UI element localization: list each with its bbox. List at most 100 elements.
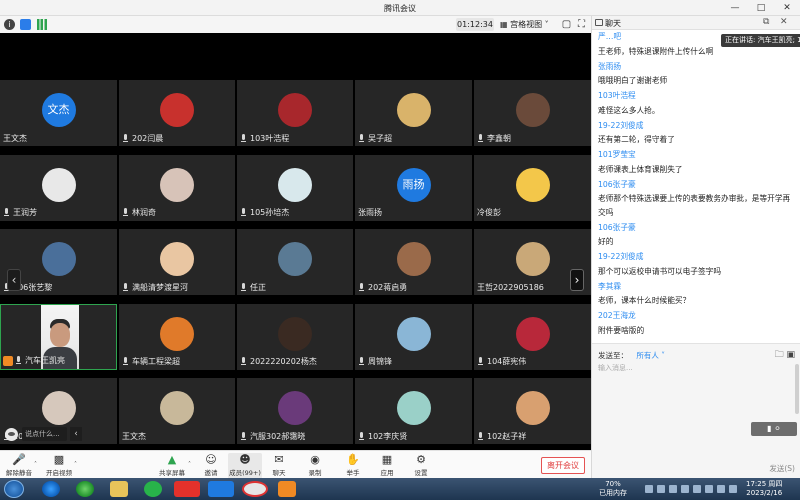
invite-button[interactable]: ☺ 邀请 bbox=[199, 453, 223, 479]
participant-tile[interactable]: 102李庆贤 bbox=[355, 378, 472, 444]
members-button[interactable]: ☻ 成员(99+) bbox=[228, 453, 262, 479]
chat-close-icon[interactable]: ✕ bbox=[780, 17, 788, 27]
collapse-chevron-icon[interactable]: ‹ bbox=[70, 427, 82, 441]
send-button[interactable]: 发送(S) bbox=[769, 463, 795, 474]
avatar bbox=[396, 242, 431, 276]
participant-name-tag: 104薛宪伟 bbox=[477, 357, 526, 367]
fullscreen-icon[interactable]: ⛶ bbox=[576, 19, 587, 30]
participant-tile[interactable]: 雨扬 张雨扬 bbox=[355, 154, 472, 221]
chat-title: 聊天 bbox=[605, 19, 621, 28]
participant-tile[interactable]: 202闫晨 bbox=[119, 80, 235, 146]
participant-name: 周锦锋 bbox=[368, 357, 392, 366]
layout-icon[interactable]: ▢ bbox=[561, 19, 572, 30]
mute-options-chevron-icon[interactable]: ˄ bbox=[34, 461, 37, 468]
video-options-chevron-icon[interactable]: ˄ bbox=[74, 461, 77, 468]
tray-icon-3[interactable] bbox=[669, 485, 677, 493]
participant-name-tag: 王润芳 bbox=[3, 208, 37, 218]
participant-tile[interactable]: 202蒋启勇 bbox=[355, 229, 472, 295]
floating-chat-input[interactable]: 说点什么... ‹ bbox=[5, 426, 85, 442]
info-icon[interactable]: i bbox=[4, 19, 15, 30]
participant-name-tag: 102赵子祥 bbox=[477, 431, 526, 441]
window-controls: — □ ✕ bbox=[722, 0, 800, 16]
chat-sender: 李其霖 bbox=[598, 281, 622, 291]
wps-icon[interactable] bbox=[174, 481, 200, 497]
tray-icon-8[interactable] bbox=[729, 485, 737, 493]
participant-tile[interactable]: 2022220202杨杰 bbox=[237, 303, 353, 370]
media-player-icon[interactable] bbox=[278, 481, 296, 497]
participant-tile[interactable]: 汽车王凯亮 bbox=[0, 303, 117, 370]
next-page-button[interactable]: › bbox=[570, 269, 584, 291]
send-to-select[interactable]: 所有人 ˅ bbox=[636, 351, 665, 360]
participant-tile[interactable]: 任正 bbox=[237, 229, 353, 295]
participant-name-tag: 王文杰 bbox=[3, 133, 27, 143]
record-button[interactable]: ◉ 录制 bbox=[304, 453, 326, 479]
participant-tile[interactable]: 王润芳 bbox=[0, 154, 117, 221]
participant-tile[interactable]: 102赵子祥 bbox=[474, 378, 591, 444]
minimize-icon[interactable]: — bbox=[722, 0, 748, 16]
participant-name-tag: 103叶浩程 bbox=[240, 133, 289, 143]
clock[interactable]: 17:25 周四 2023/2/16 bbox=[746, 480, 782, 498]
mini-toolbar[interactable]: ▮ ⚪ bbox=[751, 422, 797, 436]
chat-message: 老师课表上体育课削失了 bbox=[598, 164, 683, 174]
share-screen-button[interactable]: ▲ 共享屏幕 bbox=[156, 453, 188, 479]
floating-chat-placeholder[interactable]: 说点什么... bbox=[22, 427, 67, 441]
participant-tile[interactable]: 文杰 王文杰 bbox=[0, 80, 117, 146]
memory-indicator: 70% 已用内存 bbox=[599, 480, 627, 498]
leave-meeting-button[interactable]: 离开会议 bbox=[541, 457, 585, 474]
participant-tile[interactable]: 林润奇 bbox=[119, 154, 235, 221]
settings-button[interactable]: ⚙ 设置 bbox=[410, 453, 432, 479]
participant-tile[interactable]: 105孙培杰 bbox=[237, 154, 353, 221]
wechat-icon[interactable] bbox=[144, 481, 162, 497]
participant-tile[interactable]: 汽服302郝霭晓 bbox=[237, 378, 353, 444]
maximize-icon[interactable]: □ bbox=[748, 0, 774, 16]
tencent-meeting-icon[interactable] bbox=[208, 481, 234, 497]
participant-tile[interactable]: 吴子超 bbox=[355, 80, 472, 146]
ie-icon[interactable] bbox=[42, 481, 60, 497]
participant-tile[interactable]: 满船清梦渡星河 bbox=[119, 229, 235, 295]
participant-name: 李鑫朝 bbox=[487, 133, 511, 143]
participant-name: 王文杰 bbox=[122, 431, 146, 441]
participant-name: 202蒋启勇 bbox=[368, 282, 408, 292]
folder-icon[interactable]: 🗀 bbox=[775, 350, 784, 360]
avatar bbox=[396, 93, 431, 127]
chat-panel: 聊天 ⧉ ✕ 严…吧 王老师，特殊退课附件上传什么啊 张雨扬 哦哦明白了谢谢老师 103… bbox=[591, 16, 800, 478]
chevron-down-icon: ˅ bbox=[544, 20, 549, 29]
popout-icon[interactable]: ⧉ bbox=[763, 17, 769, 27]
chat-sender: 106张子豪 bbox=[598, 222, 636, 232]
participant-tile[interactable]: 104薛宪伟 bbox=[474, 303, 591, 370]
view-mode-button[interactable]: ▦ 宫格视图 ˅ bbox=[500, 18, 549, 31]
tray-icon-5[interactable] bbox=[693, 485, 701, 493]
tray-icon-7[interactable] bbox=[717, 485, 725, 493]
mute-button[interactable]: 🎤 解除静音 bbox=[2, 453, 36, 479]
tray-icon-2[interactable] bbox=[657, 485, 665, 493]
participant-tile[interactable]: 周锦锋 bbox=[355, 303, 472, 370]
participant-name-tag: 汽服302郝霭晓 bbox=[240, 431, 305, 441]
chat-button[interactable]: ✉ 聊天 bbox=[268, 453, 290, 479]
participant-name-tag: 王哲2022905186 bbox=[477, 282, 544, 292]
shield-icon[interactable] bbox=[20, 19, 31, 30]
participant-tile[interactable]: 车辆工程梁超 bbox=[119, 303, 235, 370]
close-icon[interactable]: ✕ bbox=[774, 0, 800, 16]
participant-tile[interactable]: 王文杰 bbox=[119, 378, 235, 444]
composer-scrollbar[interactable] bbox=[795, 364, 799, 414]
participant-tile[interactable]: 103叶浩程 bbox=[237, 80, 353, 146]
browser-icon[interactable] bbox=[76, 481, 94, 497]
tray-icon-6[interactable] bbox=[705, 485, 713, 493]
image-icon[interactable]: ▣ bbox=[786, 350, 795, 360]
participant-tile[interactable]: 李鑫朝 bbox=[474, 80, 591, 146]
tray-icon-1[interactable] bbox=[645, 485, 653, 493]
participant-tile[interactable]: 冷俊彭 bbox=[474, 154, 591, 221]
chat-message-input[interactable]: 输入消息... bbox=[598, 363, 633, 373]
app-icon[interactable] bbox=[242, 481, 268, 497]
mic-icon bbox=[240, 133, 247, 143]
share-options-chevron-icon[interactable]: ˄ bbox=[188, 461, 191, 468]
clock-date: 2023/2/16 bbox=[746, 489, 783, 497]
raise-hand-button[interactable]: ✋ 举手 bbox=[342, 453, 364, 479]
tray-icon-4[interactable] bbox=[681, 485, 689, 493]
folder-icon[interactable] bbox=[110, 481, 128, 497]
start-button[interactable] bbox=[4, 480, 24, 498]
apps-button[interactable]: ▦ 应用 bbox=[376, 453, 398, 479]
video-button[interactable]: ▩ 开启视频 bbox=[42, 453, 76, 479]
prev-page-button[interactable]: ‹ bbox=[7, 269, 21, 291]
signal-icon[interactable] bbox=[37, 19, 47, 30]
